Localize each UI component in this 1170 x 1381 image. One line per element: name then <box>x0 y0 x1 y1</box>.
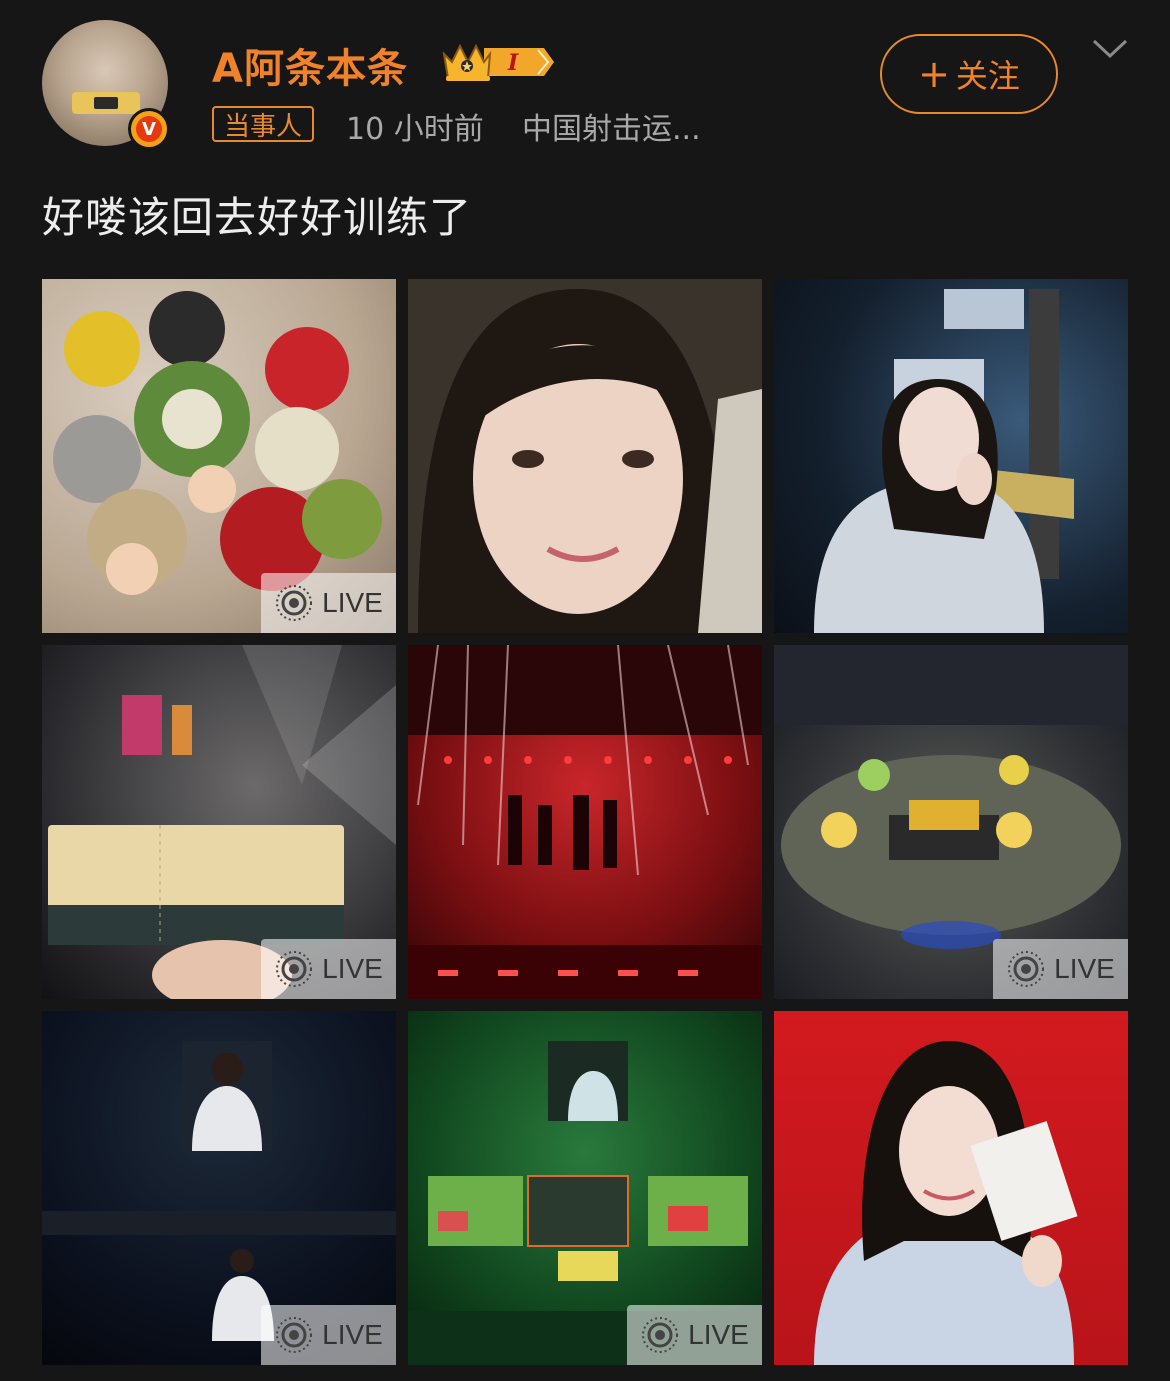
photo-grid: LIVE LIVE LIVE LIVE LIVE <box>42 279 1128 1365</box>
photo-6[interactable]: LIVE <box>774 645 1128 999</box>
photo-5[interactable] <box>408 645 762 999</box>
live-photo-icon <box>276 951 313 987</box>
live-label: LIVE <box>322 953 383 984</box>
level-text: I <box>507 50 519 76</box>
chevron-down-icon[interactable] <box>1090 36 1130 62</box>
live-photo-icon <box>642 1317 679 1353</box>
selfie-image <box>408 279 762 633</box>
live-photo-icon <box>276 585 313 621</box>
red-stage-image <box>408 645 762 999</box>
red-portrait-image <box>814 1041 1078 1365</box>
verify-icon: V <box>128 108 170 150</box>
crown-level-icon[interactable]: I <box>440 40 556 84</box>
live-badge: LIVE <box>627 1305 762 1365</box>
live-badge: LIVE <box>993 939 1128 999</box>
username[interactable]: A阿条本条 <box>212 36 408 94</box>
live-label: LIVE <box>322 1319 383 1350</box>
live-label: LIVE <box>322 587 383 618</box>
live-photo-icon <box>1008 951 1045 987</box>
follow-button[interactable]: + 关注 <box>880 34 1058 114</box>
verify-mark: V <box>136 116 162 142</box>
live-badge: LIVE <box>261 939 396 999</box>
photo-3[interactable] <box>774 279 1128 633</box>
live-label: LIVE <box>1054 953 1115 984</box>
photo-7[interactable]: LIVE <box>42 1011 396 1365</box>
live-badge: LIVE <box>261 1305 396 1365</box>
photo-9[interactable] <box>774 1011 1128 1365</box>
photo-4[interactable]: LIVE <box>42 645 396 999</box>
tag-badge: 当事人 <box>212 106 315 142</box>
live-badge: LIVE <box>261 573 396 633</box>
follow-label: 关注 <box>955 57 1020 95</box>
avatar-mask-detail <box>72 92 140 114</box>
post-time: 10 小时前 <box>346 112 484 147</box>
plus-icon: + <box>918 52 950 96</box>
post-text: 好喽该回去好好训练了 <box>42 193 473 242</box>
photo-8[interactable]: LIVE <box>408 1011 762 1365</box>
live-photo-icon <box>276 1317 313 1353</box>
photo-2[interactable] <box>408 279 762 633</box>
concert-selfie-image <box>814 289 1074 633</box>
post-source[interactable]: 中国射击运... <box>522 104 701 148</box>
photo-1[interactable]: LIVE <box>42 279 396 633</box>
live-label: LIVE <box>688 1319 749 1350</box>
